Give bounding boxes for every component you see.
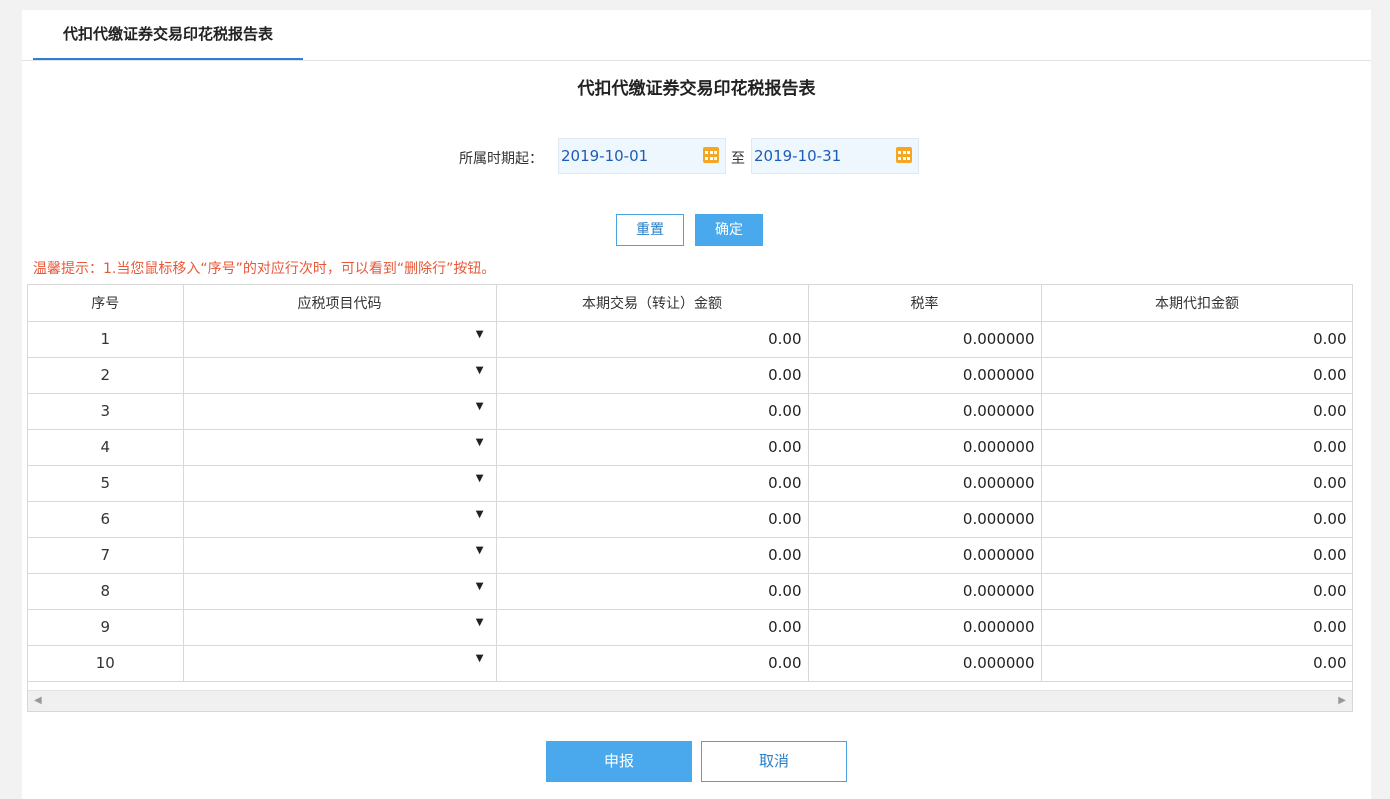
amount-cell[interactable]: 0.00 bbox=[495, 644, 809, 682]
rate-cell: 0.000000 bbox=[807, 320, 1042, 358]
item-code-select[interactable]: ▼ bbox=[182, 428, 497, 466]
calendar-icon[interactable] bbox=[896, 147, 912, 163]
amount-cell[interactable]: 0.00 bbox=[495, 392, 809, 430]
header-seq: 序号 bbox=[28, 285, 184, 322]
period-end-input[interactable] bbox=[754, 139, 884, 173]
row-seq[interactable]: 8 bbox=[28, 572, 184, 610]
withheld-cell: 0.00 bbox=[1040, 428, 1352, 466]
page-title: 代扣代缴证券交易印花税报告表 bbox=[577, 79, 816, 99]
report-table-container: 序号 应税项目代码 本期交易（转让）金额 税率 本期代扣金额 1 ▼ 0.00 … bbox=[27, 284, 1353, 712]
dropdown-arrow-icon[interactable]: ▼ bbox=[476, 509, 484, 520]
header-item-code: 应税项目代码 bbox=[182, 285, 497, 322]
cancel-button[interactable]: 取消 bbox=[701, 741, 847, 782]
tab-report-form[interactable]: 代扣代缴证券交易印花税报告表 bbox=[33, 10, 303, 60]
rate-cell: 0.000000 bbox=[807, 536, 1042, 574]
item-code-select[interactable]: ▼ bbox=[182, 644, 497, 682]
rate-cell: 0.000000 bbox=[807, 464, 1042, 502]
period-start-input[interactable] bbox=[561, 139, 691, 173]
main-panel: 代扣代缴证券交易印花税报告表 代扣代缴证券交易印花税报告表 所属时期起： 至 重… bbox=[22, 10, 1371, 799]
tip-text: 温馨提示：1.当您鼠标移入“序号”的对应行次时，可以看到“删除行”按钮。 bbox=[33, 261, 496, 277]
amount-cell[interactable]: 0.00 bbox=[495, 428, 809, 466]
item-code-select[interactable]: ▼ bbox=[182, 464, 497, 502]
dropdown-arrow-icon[interactable]: ▼ bbox=[476, 401, 484, 412]
period-start-field[interactable] bbox=[558, 138, 726, 174]
table-row[interactable]: 2 ▼ 0.00 0.000000 0.00 bbox=[28, 356, 1352, 394]
report-table: 序号 应税项目代码 本期交易（转让）金额 税率 本期代扣金额 1 ▼ 0.00 … bbox=[28, 285, 1352, 682]
withheld-cell: 0.00 bbox=[1040, 464, 1352, 502]
amount-cell[interactable]: 0.00 bbox=[495, 536, 809, 574]
table-row[interactable]: 7 ▼ 0.00 0.000000 0.00 bbox=[28, 536, 1352, 574]
amount-cell[interactable]: 0.00 bbox=[495, 464, 809, 502]
dropdown-arrow-icon[interactable]: ▼ bbox=[476, 329, 484, 340]
amount-cell[interactable]: 0.00 bbox=[495, 500, 809, 538]
header-withheld: 本期代扣金额 bbox=[1040, 285, 1352, 322]
item-code-select[interactable]: ▼ bbox=[182, 320, 497, 358]
withheld-cell: 0.00 bbox=[1040, 356, 1352, 394]
scroll-right-icon[interactable]: ▶ bbox=[1338, 695, 1346, 706]
item-code-select[interactable]: ▼ bbox=[182, 536, 497, 574]
amount-cell[interactable]: 0.00 bbox=[495, 608, 809, 646]
row-seq[interactable]: 6 bbox=[28, 500, 184, 538]
table-row[interactable]: 6 ▼ 0.00 0.000000 0.00 bbox=[28, 500, 1352, 538]
rate-cell: 0.000000 bbox=[807, 500, 1042, 538]
amount-cell[interactable]: 0.00 bbox=[495, 320, 809, 358]
table-row[interactable]: 4 ▼ 0.00 0.000000 0.00 bbox=[28, 428, 1352, 466]
amount-cell[interactable]: 0.00 bbox=[495, 356, 809, 394]
rate-cell: 0.000000 bbox=[807, 572, 1042, 610]
item-code-select[interactable]: ▼ bbox=[182, 608, 497, 646]
row-seq[interactable]: 7 bbox=[28, 536, 184, 574]
dropdown-arrow-icon[interactable]: ▼ bbox=[476, 365, 484, 376]
item-code-select[interactable]: ▼ bbox=[182, 572, 497, 610]
tab-bar: 代扣代缴证券交易印花税报告表 bbox=[22, 10, 1371, 61]
table-row[interactable]: 5 ▼ 0.00 0.000000 0.00 bbox=[28, 464, 1352, 502]
dropdown-arrow-icon[interactable]: ▼ bbox=[476, 617, 484, 628]
confirm-button[interactable]: 确定 bbox=[695, 214, 763, 246]
row-seq[interactable]: 10 bbox=[28, 644, 184, 682]
item-code-select[interactable]: ▼ bbox=[182, 392, 497, 430]
table-row[interactable]: 8 ▼ 0.00 0.000000 0.00 bbox=[28, 572, 1352, 610]
table-row[interactable]: 3 ▼ 0.00 0.000000 0.00 bbox=[28, 392, 1352, 430]
rate-cell: 0.000000 bbox=[807, 428, 1042, 466]
dropdown-arrow-icon[interactable]: ▼ bbox=[476, 437, 484, 448]
table-row[interactable]: 1 ▼ 0.00 0.000000 0.00 bbox=[28, 320, 1352, 358]
withheld-cell: 0.00 bbox=[1040, 392, 1352, 430]
submit-button[interactable]: 申报 bbox=[546, 741, 692, 782]
amount-cell[interactable]: 0.00 bbox=[495, 572, 809, 610]
withheld-cell: 0.00 bbox=[1040, 644, 1352, 682]
row-seq[interactable]: 1 bbox=[28, 320, 184, 358]
horizontal-scrollbar[interactable]: ◀ ▶ bbox=[28, 690, 1352, 711]
row-seq[interactable]: 2 bbox=[28, 356, 184, 394]
item-code-select[interactable]: ▼ bbox=[182, 500, 497, 538]
rate-cell: 0.000000 bbox=[807, 644, 1042, 682]
period-start-label: 所属时期起： bbox=[459, 151, 543, 167]
dropdown-arrow-icon[interactable]: ▼ bbox=[476, 545, 484, 556]
scroll-left-icon[interactable]: ◀ bbox=[34, 695, 42, 706]
rate-cell: 0.000000 bbox=[807, 392, 1042, 430]
withheld-cell: 0.00 bbox=[1040, 536, 1352, 574]
table-row[interactable]: 10 ▼ 0.00 0.000000 0.00 bbox=[28, 644, 1352, 682]
header-rate: 税率 bbox=[807, 285, 1042, 322]
withheld-cell: 0.00 bbox=[1040, 500, 1352, 538]
rate-cell: 0.000000 bbox=[807, 608, 1042, 646]
row-seq[interactable]: 5 bbox=[28, 464, 184, 502]
row-seq[interactable]: 4 bbox=[28, 428, 184, 466]
withheld-cell: 0.00 bbox=[1040, 320, 1352, 358]
table-header-row: 序号 应税项目代码 本期交易（转让）金额 税率 本期代扣金额 bbox=[28, 285, 1352, 322]
dropdown-arrow-icon[interactable]: ▼ bbox=[476, 653, 484, 664]
dropdown-arrow-icon[interactable]: ▼ bbox=[476, 473, 484, 484]
row-seq[interactable]: 3 bbox=[28, 392, 184, 430]
table-row[interactable]: 9 ▼ 0.00 0.000000 0.00 bbox=[28, 608, 1352, 646]
item-code-select[interactable]: ▼ bbox=[182, 356, 497, 394]
dropdown-arrow-icon[interactable]: ▼ bbox=[476, 581, 484, 592]
withheld-cell: 0.00 bbox=[1040, 608, 1352, 646]
period-end-field[interactable] bbox=[751, 138, 919, 174]
header-amount: 本期交易（转让）金额 bbox=[495, 285, 809, 322]
rate-cell: 0.000000 bbox=[807, 356, 1042, 394]
calendar-icon[interactable] bbox=[703, 147, 719, 163]
withheld-cell: 0.00 bbox=[1040, 572, 1352, 610]
row-seq[interactable]: 9 bbox=[28, 608, 184, 646]
reset-button[interactable]: 重置 bbox=[616, 214, 684, 246]
period-to-label: 至 bbox=[731, 151, 745, 167]
